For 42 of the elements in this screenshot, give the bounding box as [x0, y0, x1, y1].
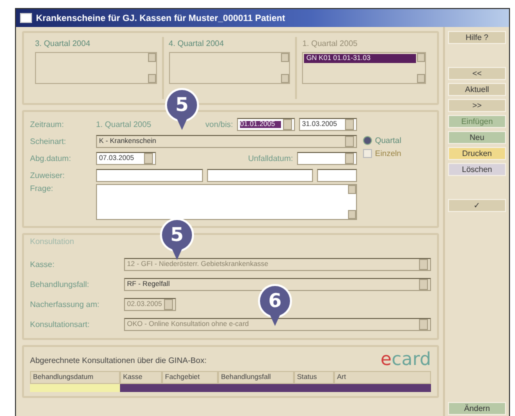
quarter-label: 1. Quartal 2005 — [302, 39, 358, 48]
period-value: 1. Quartal 2005 — [96, 120, 152, 129]
field-label: Konsultationsart: — [30, 320, 91, 328]
side-button[interactable]: << — [448, 67, 506, 80]
quarter-list[interactable] — [168, 52, 290, 84]
side-button[interactable]: >> — [448, 99, 506, 112]
field-label: Behandlungsfall: — [30, 280, 90, 288]
side-button[interactable]: ✓ — [448, 199, 506, 212]
radio-button[interactable] — [363, 136, 372, 145]
group-title: Konsultation — [30, 237, 76, 246]
field-label: Zeitraum: — [30, 120, 65, 129]
side-button[interactable]: Aktuell — [448, 83, 506, 96]
side-button[interactable]: Neu — [448, 131, 506, 144]
field-label: Scheinart: — [30, 137, 68, 146]
input-field[interactable] — [317, 169, 357, 182]
pointer-icon — [172, 249, 182, 260]
side-button[interactable]: Ändern — [448, 402, 506, 415]
section-title: Abgerechnete Konsultationen über die GINA-Box: — [30, 356, 207, 364]
quarter-list[interactable] — [35, 52, 157, 84]
text-area[interactable] — [96, 184, 357, 220]
quarter-label: 3. Quartal 2004 — [35, 39, 92, 48]
ecard-logo: ecard — [380, 351, 431, 369]
field-label: Kasse: — [30, 260, 56, 268]
side-button[interactable]: Hilfe ? — [448, 31, 506, 44]
field-label: Unfalldatum: — [248, 154, 293, 163]
input-field[interactable] — [96, 169, 202, 182]
field-label: von/bis: — [205, 120, 233, 129]
field-label: Frage: — [30, 184, 54, 193]
window-title: Krankenscheine für GJ. Kassen für Muster_000011 Patient — [36, 13, 286, 23]
date-field[interactable] — [297, 152, 357, 165]
input-field[interactable] — [206, 169, 313, 182]
pointer-icon — [270, 315, 280, 326]
option-label: Quartal — [375, 136, 402, 145]
quarter-label: 4. Quartal 2004 — [168, 39, 225, 48]
side-button[interactable]: Drucken — [448, 147, 506, 160]
side-button[interactable]: Löschen — [448, 163, 506, 176]
field-label: Nacherfassung am: — [30, 300, 100, 308]
option-label: Einzeln — [375, 149, 402, 158]
pointer-icon — [177, 119, 187, 130]
field-label: Abg.datum: — [30, 154, 72, 163]
field-label: Zuweiser: — [30, 171, 66, 180]
window-icon — [20, 13, 32, 23]
